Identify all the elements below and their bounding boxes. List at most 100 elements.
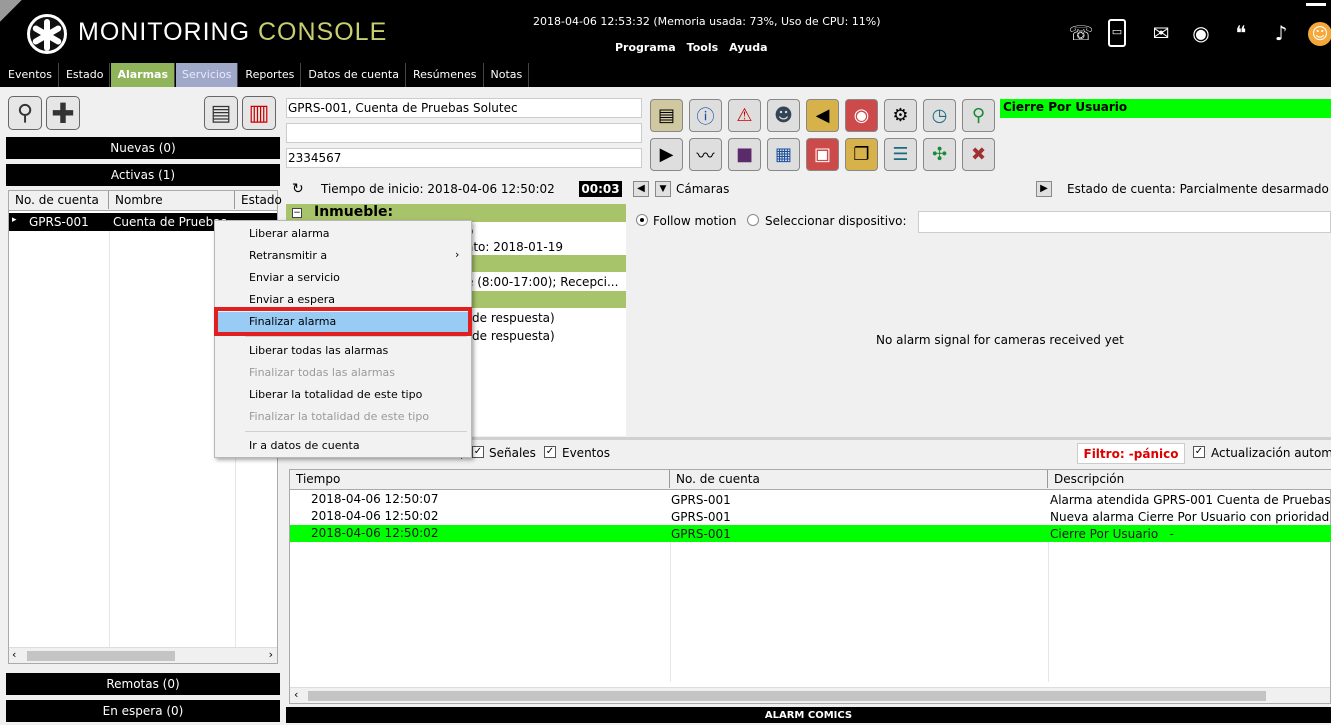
menu-item-finalizar-tipo: Finalizar la totalidad de este tipo [249, 410, 430, 423]
event-account: GPRS-001 [671, 527, 731, 541]
info-icon: ⓘ [696, 106, 715, 128]
warning-button[interactable]: ⚠ [728, 99, 761, 132]
email-icon[interactable]: ✉ [1148, 20, 1174, 46]
grid-line [670, 542, 671, 682]
event-account: GPRS-001 [671, 493, 731, 507]
siren-button[interactable]: ◉ [845, 99, 878, 132]
tab-res-menes[interactable]: Resúmenes [406, 63, 484, 87]
refresh-icon[interactable]: ↻ [292, 181, 304, 197]
chat-icon[interactable]: ❝ [1228, 20, 1254, 46]
account-extra-field[interactable] [286, 123, 642, 143]
search-button[interactable]: ⚲ [8, 96, 42, 130]
speaker-icon[interactable]: ♪ [1268, 20, 1294, 46]
scroll-thumb[interactable] [27, 651, 175, 661]
tab-datos-de-cuenta[interactable]: Datos de cuenta [302, 63, 406, 87]
horizontal-scrollbar[interactable]: ‹ › [9, 647, 277, 663]
menu-item-liberar[interactable]: Liberar alarma [249, 227, 330, 240]
tab-bar: Eventos Estado Alarmas Servicios Reportes Dat… [0, 63, 1331, 87]
briefcase-button[interactable]: ■ [728, 138, 761, 171]
scroll-thumb[interactable] [308, 691, 1266, 701]
copy-button[interactable]: ❐ [845, 138, 878, 171]
trash-icon: ▥ [248, 100, 270, 126]
menu-separator [245, 336, 467, 337]
table-row[interactable]: 2018-04-06 12:50:02 GPRS-001 Nueva alarm… [290, 508, 1331, 525]
tab-eventos[interactable]: Eventos [2, 63, 59, 87]
scroll-left-icon[interactable]: ‹ [294, 688, 298, 701]
dropdown-button[interactable]: ▼ [655, 181, 671, 197]
menu-tools[interactable]: Tools [687, 41, 718, 54]
video-button[interactable]: ▶ [650, 138, 683, 171]
menu-item-datos-cuenta[interactable]: Ir a datos de cuenta [249, 439, 360, 452]
chart-button[interactable]: 〰 [689, 138, 722, 171]
col-descripcion[interactable]: Descripción [1048, 470, 1331, 488]
table-row-highlighted[interactable]: 2018-04-06 12:50:02 GPRS-001 Cierre Por … [290, 525, 1331, 542]
add-button[interactable]: ✚ [46, 96, 80, 130]
arrow-right-button[interactable]: ▶ [1036, 181, 1052, 197]
follow-motion-radio[interactable] [636, 214, 648, 226]
minimize-icon[interactable] [1306, 3, 1326, 6]
menu-item-liberar-todas[interactable]: Liberar todas las alarmas [249, 344, 388, 357]
smiley-icon[interactable]: ☺ [1308, 22, 1331, 46]
tab-notas[interactable]: Notas [484, 63, 530, 87]
device-select[interactable] [918, 211, 1331, 233]
exit-button[interactable]: ⚲ [962, 99, 995, 132]
col-cuenta[interactable]: No. de cuenta [9, 191, 109, 209]
menu-item-enviar-espera[interactable]: Enviar a espera [249, 293, 335, 306]
chart-icon: 〰 [696, 145, 715, 167]
users-button[interactable]: ☻ [767, 99, 800, 132]
col-nombre[interactable]: Nombre [109, 191, 235, 209]
info-button[interactable]: ⓘ [689, 99, 722, 132]
checklist-button[interactable]: ☰ [884, 138, 917, 171]
collapse-icon[interactable]: − [292, 208, 302, 218]
filter-badge[interactable]: Filtro: -pánico [1077, 443, 1185, 464]
volume-button[interactable]: ◀ [806, 99, 839, 132]
menu-item-liberar-tipo[interactable]: Liberar la totalidad de este tipo [249, 388, 422, 401]
video-camera-icon: ▶ [659, 144, 674, 165]
delete-button[interactable]: ▥ [242, 96, 276, 130]
arrow-left-button[interactable]: ◀ [633, 181, 649, 197]
tab-servicios[interactable]: Servicios [176, 63, 239, 87]
phone-icon[interactable]: ☏ [1068, 20, 1094, 46]
signpost-button[interactable]: ✣ [923, 138, 956, 171]
alarm-status-banner: Cierre Por Usuario [1000, 99, 1331, 118]
app-title: MONITORING CONSOLE [78, 18, 387, 47]
col-estado[interactable]: Estado [235, 191, 285, 209]
account-phone-field[interactable]: 2334567 [286, 148, 642, 168]
senales-checkbox[interactable]: ✓ [472, 446, 484, 458]
col-cuenta[interactable]: No. de cuenta [670, 470, 1048, 488]
settings-button[interactable]: ⚙ [884, 99, 917, 132]
menu-ayuda[interactable]: Ayuda [729, 41, 767, 54]
menu-programa[interactable]: Programa [615, 41, 676, 54]
auto-update-checkbox[interactable]: ✓ [1193, 446, 1205, 458]
scroll-left-icon[interactable]: ‹ [12, 648, 16, 661]
tab-alarmas[interactable]: Alarmas [111, 63, 176, 87]
signpost-icon: ✣ [931, 144, 948, 165]
owl-icon[interactable]: ◉ [1188, 20, 1214, 46]
account-name-field[interactable]: GPRS-001, Cuenta de Pruebas Solutec [286, 98, 642, 118]
menu-item-finalizar[interactable]: Finalizar alarma [249, 315, 336, 328]
espera-header[interactable]: En espera (0) [6, 700, 280, 722]
document-button[interactable]: ▦ [767, 138, 800, 171]
table-row[interactable]: 2018-04-06 12:50:07 GPRS-001 Alarma aten… [290, 491, 1331, 508]
remotas-header[interactable]: Remotas (0) [6, 673, 280, 695]
sms-icon[interactable]: ▭ [1108, 19, 1126, 47]
menu-item-enviar-servicio[interactable]: Enviar a servicio [249, 271, 340, 284]
clipboard-button[interactable]: ▤ [204, 96, 238, 130]
row-nombre: Cuenta de Pruebas [113, 215, 227, 229]
menu-item-retransmitir[interactable]: Retransmitir a [249, 249, 327, 262]
notes-button[interactable]: ▤ [650, 99, 683, 132]
select-device-radio[interactable] [747, 214, 759, 226]
lock-button[interactable]: ▣ [806, 138, 839, 171]
tab-estado[interactable]: Estado [59, 63, 111, 87]
users-icon: ☻ [774, 105, 793, 126]
events-scrollbar[interactable]: ‹ [290, 687, 1330, 703]
activas-header[interactable]: Activas (1) [6, 164, 280, 186]
alarm-clock-button[interactable]: ◷ [923, 99, 956, 132]
lock-icon: ▣ [813, 144, 831, 165]
tools-button[interactable]: ✖ [962, 138, 995, 171]
tab-reportes[interactable]: Reportes [239, 63, 302, 87]
scroll-right-icon[interactable]: › [269, 648, 273, 661]
col-tiempo[interactable]: Tiempo [290, 470, 670, 488]
eventos-checkbox[interactable]: ✓ [544, 446, 556, 458]
nuevas-header[interactable]: Nuevas (0) [6, 137, 280, 159]
